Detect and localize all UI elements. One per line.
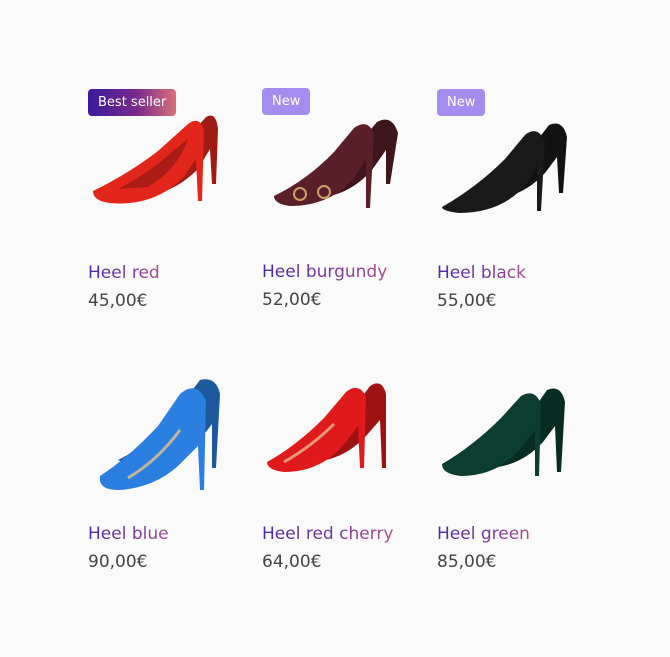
product-card-heel-blue[interactable]: Heel blue 90,00€ xyxy=(88,350,248,580)
product-card-heel-burgundy[interactable]: New Heel burgundy 52,00€ xyxy=(262,88,422,318)
heel-shoe-icon xyxy=(99,379,220,490)
product-card-heel-black[interactable]: New Heel black 55,00€ xyxy=(437,89,597,319)
product-image[interactable] xyxy=(88,350,248,500)
product-image[interactable] xyxy=(262,350,422,500)
heel-shoe-icon xyxy=(267,383,386,472)
product-price: 85,00€ xyxy=(437,552,497,572)
product-name[interactable]: Heel red cherry xyxy=(262,523,393,545)
product-price: 45,00€ xyxy=(88,291,148,311)
product-grid: Best seller Heel red 45,00€ New Heel bur… xyxy=(0,0,670,657)
product-price: 52,00€ xyxy=(262,290,322,310)
heel-shoe-icon xyxy=(442,388,565,476)
product-name[interactable]: Heel black xyxy=(437,262,526,284)
product-name[interactable]: Heel burgundy xyxy=(262,261,387,283)
new-badge: New xyxy=(262,88,311,115)
product-price: 64,00€ xyxy=(262,552,322,572)
product-name[interactable]: Heel green xyxy=(437,523,530,545)
product-price: 55,00€ xyxy=(437,291,497,311)
product-name[interactable]: Heel blue xyxy=(88,523,169,545)
product-card-heel-red[interactable]: Best seller Heel red 45,00€ xyxy=(88,89,248,319)
product-card-heel-red-cherry[interactable]: Heel red cherry 64,00€ xyxy=(262,350,422,580)
product-card-heel-green[interactable]: Heel green 85,00€ xyxy=(437,350,597,580)
product-price: 90,00€ xyxy=(88,552,148,572)
best-seller-badge: Best seller xyxy=(88,89,177,116)
product-image[interactable] xyxy=(437,350,597,500)
new-badge: New xyxy=(437,89,486,116)
product-name[interactable]: Heel red xyxy=(88,262,160,284)
